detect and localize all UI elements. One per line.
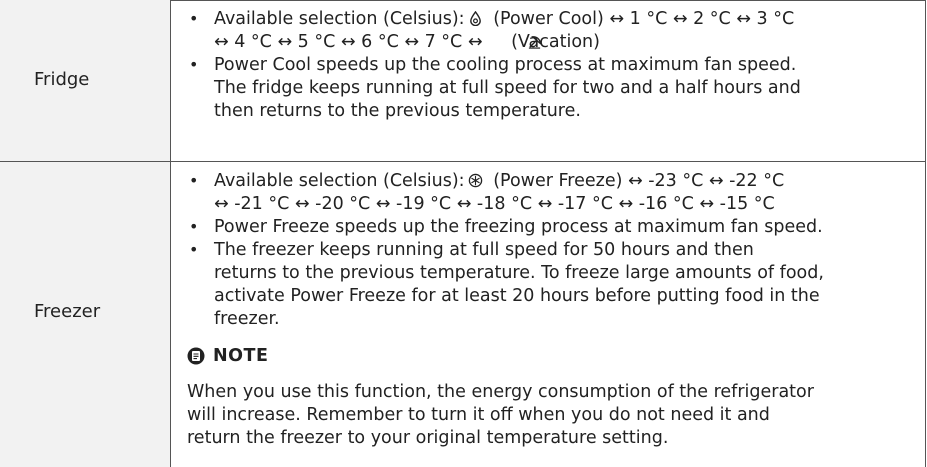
freezer-row: Freezer • Available selection (Celsius):… [0,162,926,467]
freezer-bullet-1-line-2: ↔ -21 °C ↔ -20 °C ↔ -19 °C ↔ -18 °C ↔ -1… [214,194,775,214]
note-heading: NOTE [213,346,269,366]
bullet-dot: • [189,217,199,236]
settings-table: Fridge • Available selection (Celsius): … [0,0,926,467]
fridge-content-cell: • Available selection (Celsius): (Power … [171,0,926,162]
freezer-bullet-2-line-1: Power Freeze speeds up the freezing proc… [214,217,823,237]
power-cool-icon [470,11,481,26]
freezer-bullet-1-line-1: Available selection (Celsius): (Power Fr… [214,171,785,191]
freezer-bullet-3-line-1: The freezer keeps running at full speed … [214,240,754,260]
fridge-row: Fridge • Available selection (Celsius): … [0,0,926,162]
fridge-label: Fridge [34,69,90,90]
note-line-3: return the freezer to your original temp… [187,428,669,448]
freezer-bullet-3-line-2: returns to the previous temperature. To … [214,263,824,283]
vacation-icon [528,36,541,49]
note-icon [187,347,205,365]
note-line-2: will increase. Remember to turn it off w… [187,405,770,425]
bullet-dot: • [189,240,199,259]
bullet-dot: • [189,171,199,190]
fridge-bullet-2-line-2: The fridge keeps running at full speed f… [214,78,801,98]
fridge-bullet-1-line-2: ↔ 4 °C ↔ 5 °C ↔ 6 °C ↔ 7 °C ↔ (Vacation) [214,32,600,52]
freezer-label: Freezer [34,301,101,322]
power-freeze-icon [468,173,483,188]
freezer-bullet-3-line-3: activate Power Freeze for at least 20 ho… [214,286,820,306]
fridge-bullet-2-line-1: Power Cool speeds up the cooling process… [214,55,797,75]
fridge-bullet-1-line-1: Available selection (Celsius): (Power Co… [214,9,795,29]
note-line-1: When you use this function, the energy c… [187,382,814,402]
freezer-content-cell: • Available selection (Celsius): (Power … [171,162,926,467]
fridge-bullet-2-line-3: then returns to the previous temperature… [214,101,581,121]
bullet-dot: • [189,55,199,74]
fridge-label-cell: Fridge [0,0,171,162]
freezer-label-cell: Freezer [0,162,171,467]
freezer-bullet-3-line-4: freezer. [214,309,280,329]
bullet-dot: • [189,9,199,28]
